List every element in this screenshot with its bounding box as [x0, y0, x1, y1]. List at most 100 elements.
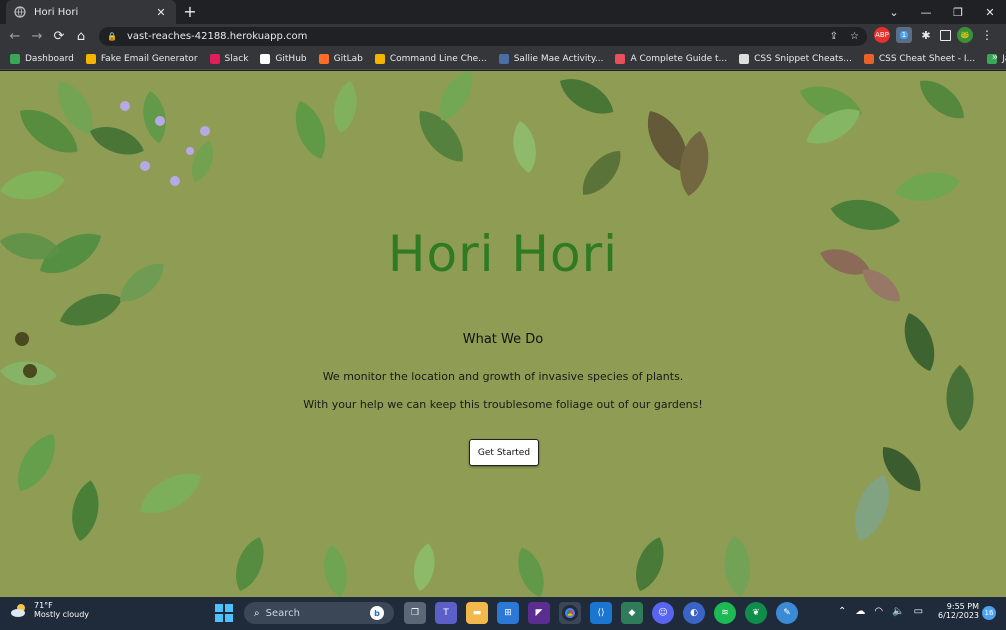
browser-menu-icon[interactable]: ⋮ [979, 27, 995, 43]
bookmark-favicon-icon [615, 53, 626, 64]
bookmark-item[interactable]: GitHub [260, 53, 307, 64]
bookmark-item[interactable]: CSS Snippet Cheats... [739, 53, 852, 64]
microsoft-store-icon[interactable]: ⊞ [497, 602, 519, 624]
minimize-button[interactable]: — [910, 6, 942, 19]
bookmark-item[interactable]: GitLab [318, 53, 363, 64]
chrome-icon[interactable] [559, 602, 581, 624]
bookmark-item[interactable]: Slack [209, 53, 249, 64]
url-text[interactable]: vast-reaches-42188.herokuapp.com [127, 31, 818, 42]
bookmark-label: CSS Snippet Cheats... [754, 53, 852, 64]
tab-title: Hori Hori [34, 6, 79, 18]
weather-temperature: 71°F [34, 601, 53, 610]
extensions-area: ABP 1 ✱ 🐸 ⋮ [874, 27, 995, 43]
bookmarks-bar: Dashboard Fake Email Generator Slack GitHub… [0, 48, 1006, 70]
bookmark-item[interactable]: A Complete Guide t... [615, 53, 728, 64]
bookmark-label: Fake Email Generator [100, 53, 198, 64]
browser-tab[interactable]: Hori Hori ✕ [6, 0, 176, 24]
bookmark-favicon-icon [260, 53, 271, 64]
bookmark-label: Slack [224, 53, 249, 64]
puzzle-extensions-icon[interactable]: ✱ [918, 27, 934, 43]
bookmark-item[interactable]: Fake Email Generator [85, 53, 198, 64]
bookmark-favicon-icon [863, 53, 874, 64]
page-title: Hori Hori [387, 225, 619, 283]
bookmark-item[interactable]: CSS Cheat Sheet - I... [863, 53, 975, 64]
weather-widget[interactable]: 71°F Mostly cloudy [10, 601, 89, 619]
clock[interactable]: 9:55 PM 6/12/2023 [938, 602, 979, 620]
bookmark-favicon-icon [318, 53, 329, 64]
tab-search-chevron-icon[interactable]: ⌄ [878, 6, 910, 19]
volume-icon[interactable]: 🔈 [892, 606, 904, 617]
browser-toolbar: ← → ⟳ ⌂ 🔒 vast-reaches-42188.herokuapp.c… [0, 24, 1006, 48]
weather-condition: Mostly cloudy [34, 610, 89, 619]
mission-paragraph: We monitor the location and growth of in… [322, 370, 684, 383]
wifi-icon[interactable]: ◠ [874, 606, 883, 617]
bookmark-favicon-icon [374, 53, 385, 64]
bing-icon[interactable]: b [370, 606, 384, 620]
notification-badge[interactable]: 16 [982, 606, 996, 620]
bookmark-favicon-icon [85, 53, 96, 64]
address-bar[interactable]: 🔒 vast-reaches-42188.herokuapp.com ⇪ ☆ [99, 27, 867, 46]
web-page: Hori Hori What We Do We monitor the loca… [0, 71, 1006, 597]
restore-button[interactable]: ❐ [942, 6, 974, 19]
paint-icon[interactable]: ✎ [776, 602, 798, 624]
bookmark-label: Sallie Mae Activity... [513, 53, 604, 64]
mongodb-icon[interactable]: ❦ [745, 602, 767, 624]
bookmark-label: JavaScript Operators [1002, 53, 1006, 64]
bookmark-star-icon[interactable]: ☆ [850, 31, 859, 42]
clock-time: 9:55 PM [946, 602, 980, 611]
bookmark-label: A Complete Guide t... [630, 53, 728, 64]
tab-close-icon[interactable]: ✕ [154, 6, 168, 19]
bookmark-favicon-icon [10, 53, 20, 64]
window-controls: ⌄ — ❐ ✕ [878, 0, 1006, 24]
battery-icon[interactable]: ▭ [914, 606, 923, 617]
system-tray: ⌃ ☁ ◠ 🔈 ▭ [838, 606, 923, 617]
visual-studio-icon[interactable]: ◤ [528, 602, 550, 624]
share-icon[interactable]: ⇪ [830, 31, 838, 42]
forward-button[interactable]: → [26, 25, 48, 47]
sourcetree-icon[interactable]: ◆ [621, 602, 643, 624]
clock-date: 6/12/2023 [938, 611, 980, 620]
reload-button[interactable]: ⟳ [48, 25, 70, 47]
discord-icon[interactable]: ☺ [652, 602, 674, 624]
taskbar-apps: ❐ T ▬ ⊞ ◤ ⟨⟩ ◆ ☺ ◐ ≋ ❦ ✎ [404, 602, 798, 624]
tab-strip: Hori Hori ✕ + ⌄ — ❐ ✕ [0, 0, 1006, 24]
partly-cloudy-icon [11, 604, 25, 617]
chevron-up-icon[interactable]: ⌃ [838, 606, 846, 617]
globe-icon [14, 6, 26, 18]
adblock-icon[interactable]: ABP [874, 27, 890, 43]
bookmark-favicon-icon [209, 53, 220, 64]
file-explorer-icon[interactable]: ▬ [466, 602, 488, 624]
browser-blue-icon[interactable]: ◐ [683, 602, 705, 624]
get-started-button[interactable]: Get Started [469, 439, 539, 466]
bookmark-label: GitLab [333, 53, 363, 64]
bookmark-favicon-icon [739, 53, 750, 64]
taskbar: 71°F Mostly cloudy ⌕ Search b ❐ T ▬ ⊞ ◤ … [0, 597, 1006, 630]
home-button[interactable]: ⌂ [70, 25, 92, 47]
back-button[interactable]: ← [4, 25, 26, 47]
windows-start-icon[interactable] [215, 604, 233, 622]
call-to-action-paragraph: With your help we can keep this troubles… [303, 398, 703, 411]
spotify-icon[interactable]: ≋ [714, 602, 736, 624]
close-window-button[interactable]: ✕ [974, 6, 1006, 19]
section-heading: What We Do [462, 332, 544, 347]
extension-badge-icon[interactable]: 1 [896, 27, 912, 43]
bookmark-item[interactable]: Sallie Mae Activity... [498, 53, 604, 64]
onedrive-cloud-icon[interactable]: ☁ [855, 606, 865, 617]
bookmark-item[interactable]: Command Line Che... [374, 53, 487, 64]
bookmark-favicon-icon [498, 53, 509, 64]
bookmark-label: Dashboard [25, 53, 74, 64]
bookmarks-overflow-button[interactable]: » [992, 52, 998, 63]
taskbar-search[interactable]: ⌕ Search b [244, 602, 394, 624]
search-icon: ⌕ [254, 607, 260, 619]
lock-icon[interactable]: 🔒 [107, 32, 117, 41]
bookmark-label: Command Line Che... [389, 53, 487, 64]
task-view-icon[interactable]: ❐ [404, 602, 426, 624]
taskbar-search-label: Search [265, 607, 300, 619]
side-panel-icon[interactable] [940, 29, 951, 41]
teams-icon[interactable]: T [435, 602, 457, 624]
bookmark-label: GitHub [275, 53, 307, 64]
new-tab-button[interactable]: + [181, 3, 199, 21]
profile-avatar-icon[interactable]: 🐸 [957, 27, 973, 43]
bookmark-item[interactable]: Dashboard [10, 53, 74, 64]
vscode-icon[interactable]: ⟨⟩ [590, 602, 612, 624]
